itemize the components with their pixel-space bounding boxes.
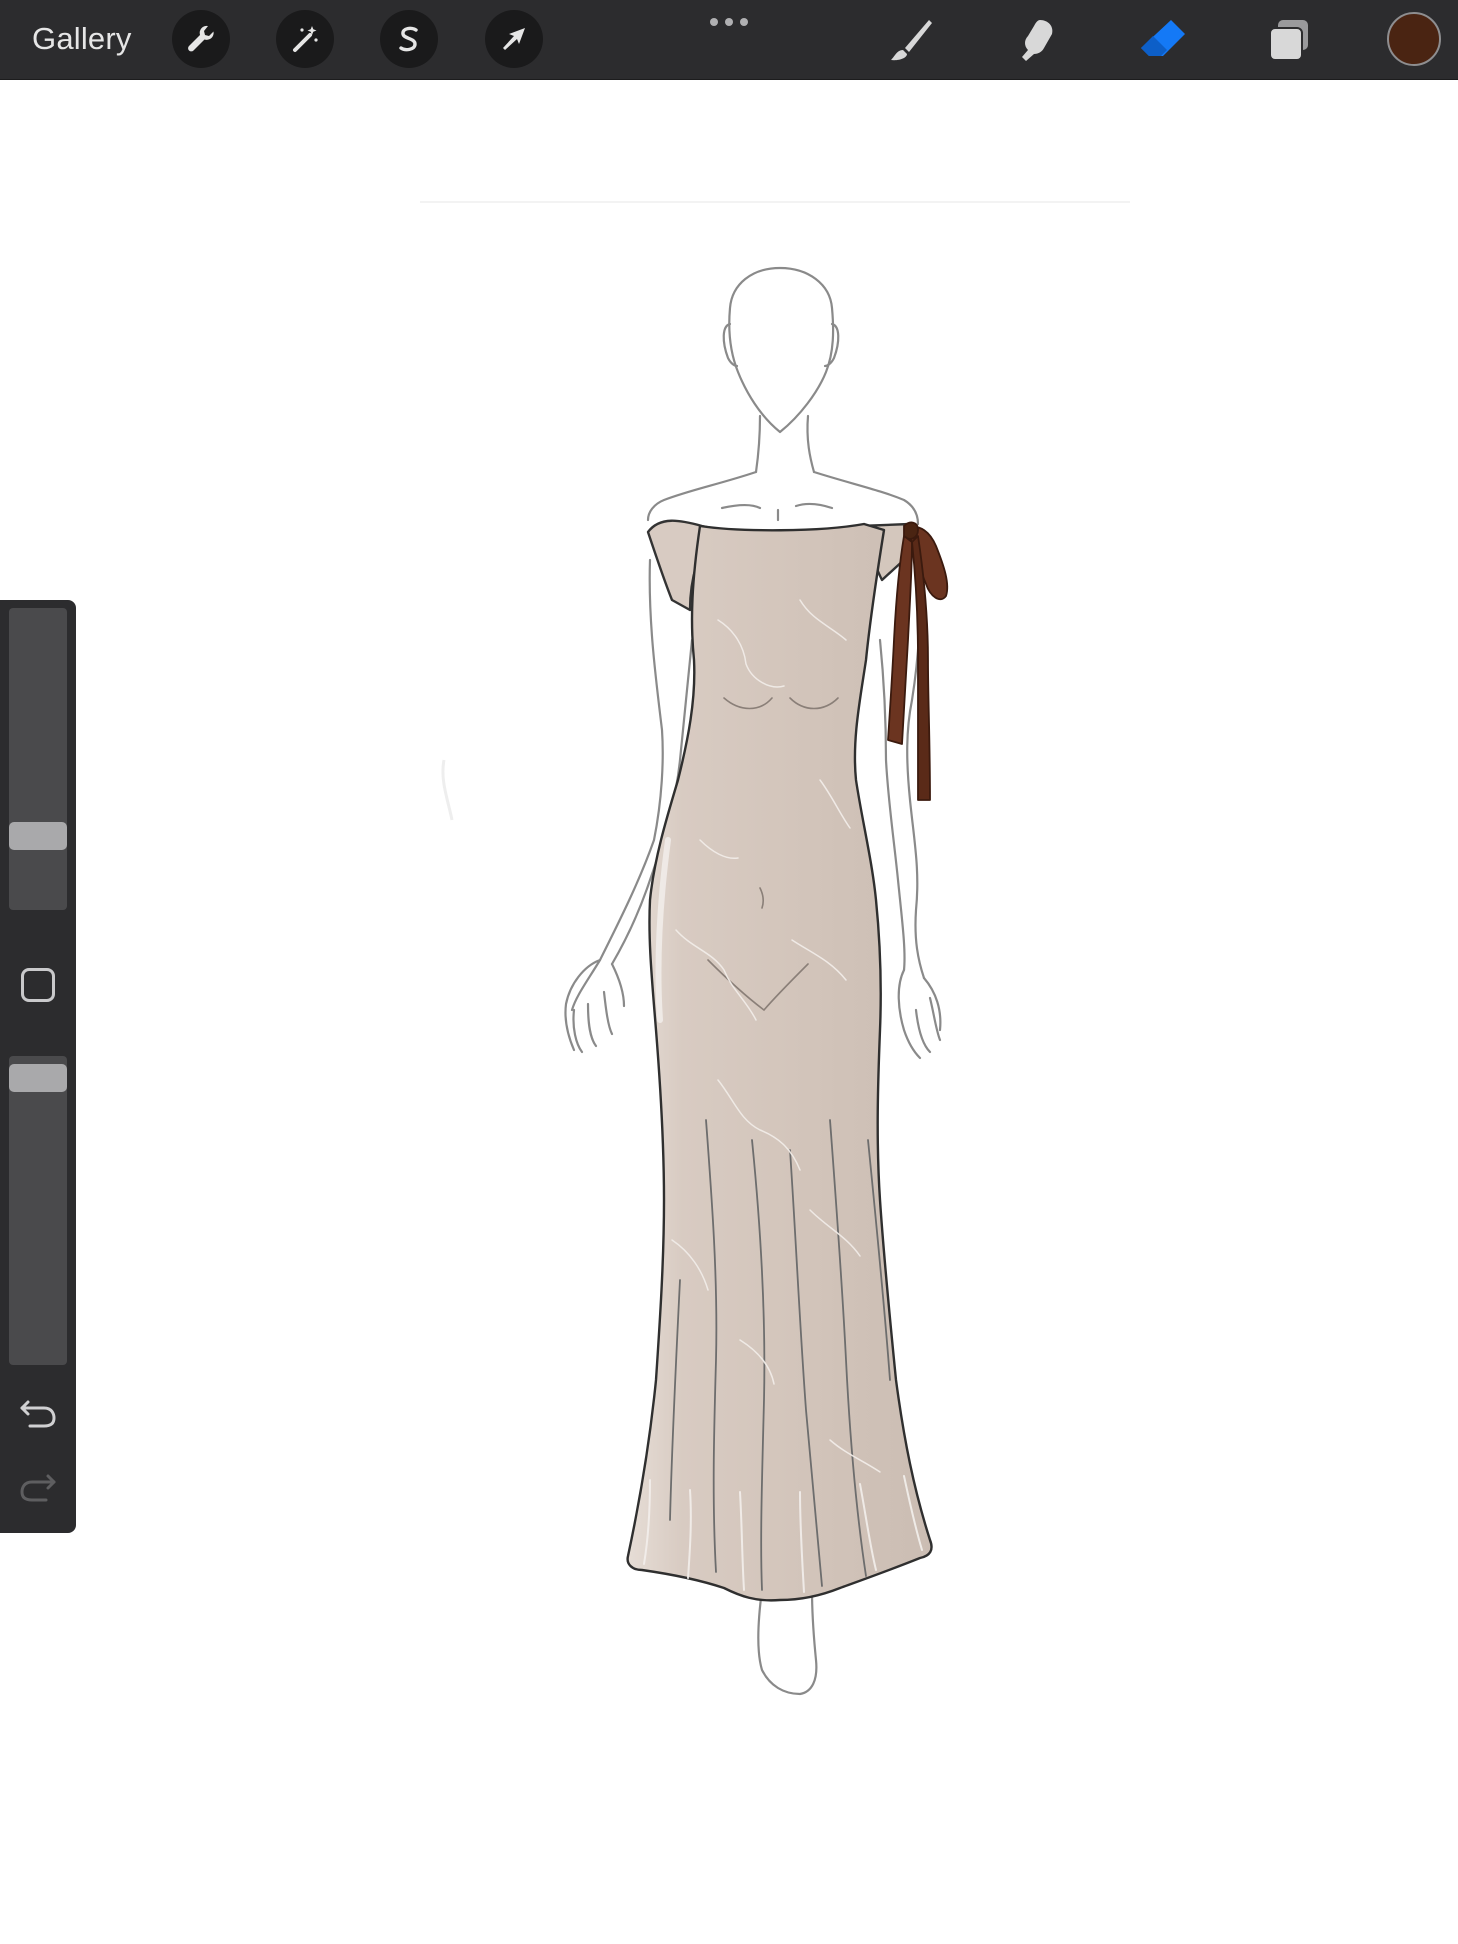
transform-button[interactable]: [485, 10, 543, 68]
brush-size-slider[interactable]: [9, 608, 67, 910]
smudge-button[interactable]: [1008, 12, 1064, 68]
square-modify-icon[interactable]: [21, 968, 55, 1002]
layers-button[interactable]: [1262, 12, 1318, 68]
opacity-slider-thumb[interactable]: [9, 1064, 67, 1093]
smudge-finger-icon: [1022, 20, 1053, 61]
more-dots-icon[interactable]: [707, 14, 751, 30]
layers-icon: [1269, 20, 1308, 61]
gallery-button[interactable]: Gallery: [32, 18, 132, 60]
brush-button[interactable]: [883, 12, 939, 68]
fashion-sketch-artwork: [420, 201, 1130, 1696]
actions-button[interactable]: [172, 10, 230, 68]
left-sidebar: [0, 600, 76, 1533]
dress-illustration: [626, 519, 933, 1602]
opacity-slider[interactable]: [9, 1056, 67, 1365]
eraser-icon: [1141, 20, 1185, 56]
brush-size-slider-thumb[interactable]: [9, 821, 67, 850]
magic-wand-icon: [293, 26, 318, 52]
drawing-canvas[interactable]: [0, 80, 1458, 1944]
top-toolbar: Gallery: [0, 0, 1458, 80]
wrench-icon: [188, 25, 214, 52]
eraser-button[interactable]: [1135, 12, 1191, 68]
color-picker-swatch[interactable]: [1387, 12, 1441, 66]
procreate-app: Gallery: [0, 0, 1458, 1944]
undo-arrow-icon[interactable]: [16, 1392, 60, 1432]
selection-button[interactable]: [380, 10, 438, 68]
brush-icon: [891, 20, 932, 61]
selection-s-icon: [399, 26, 418, 52]
arrow-cursor-icon: [503, 28, 525, 50]
adjustments-button[interactable]: [276, 10, 334, 68]
redo-arrow-icon[interactable]: [16, 1466, 60, 1506]
